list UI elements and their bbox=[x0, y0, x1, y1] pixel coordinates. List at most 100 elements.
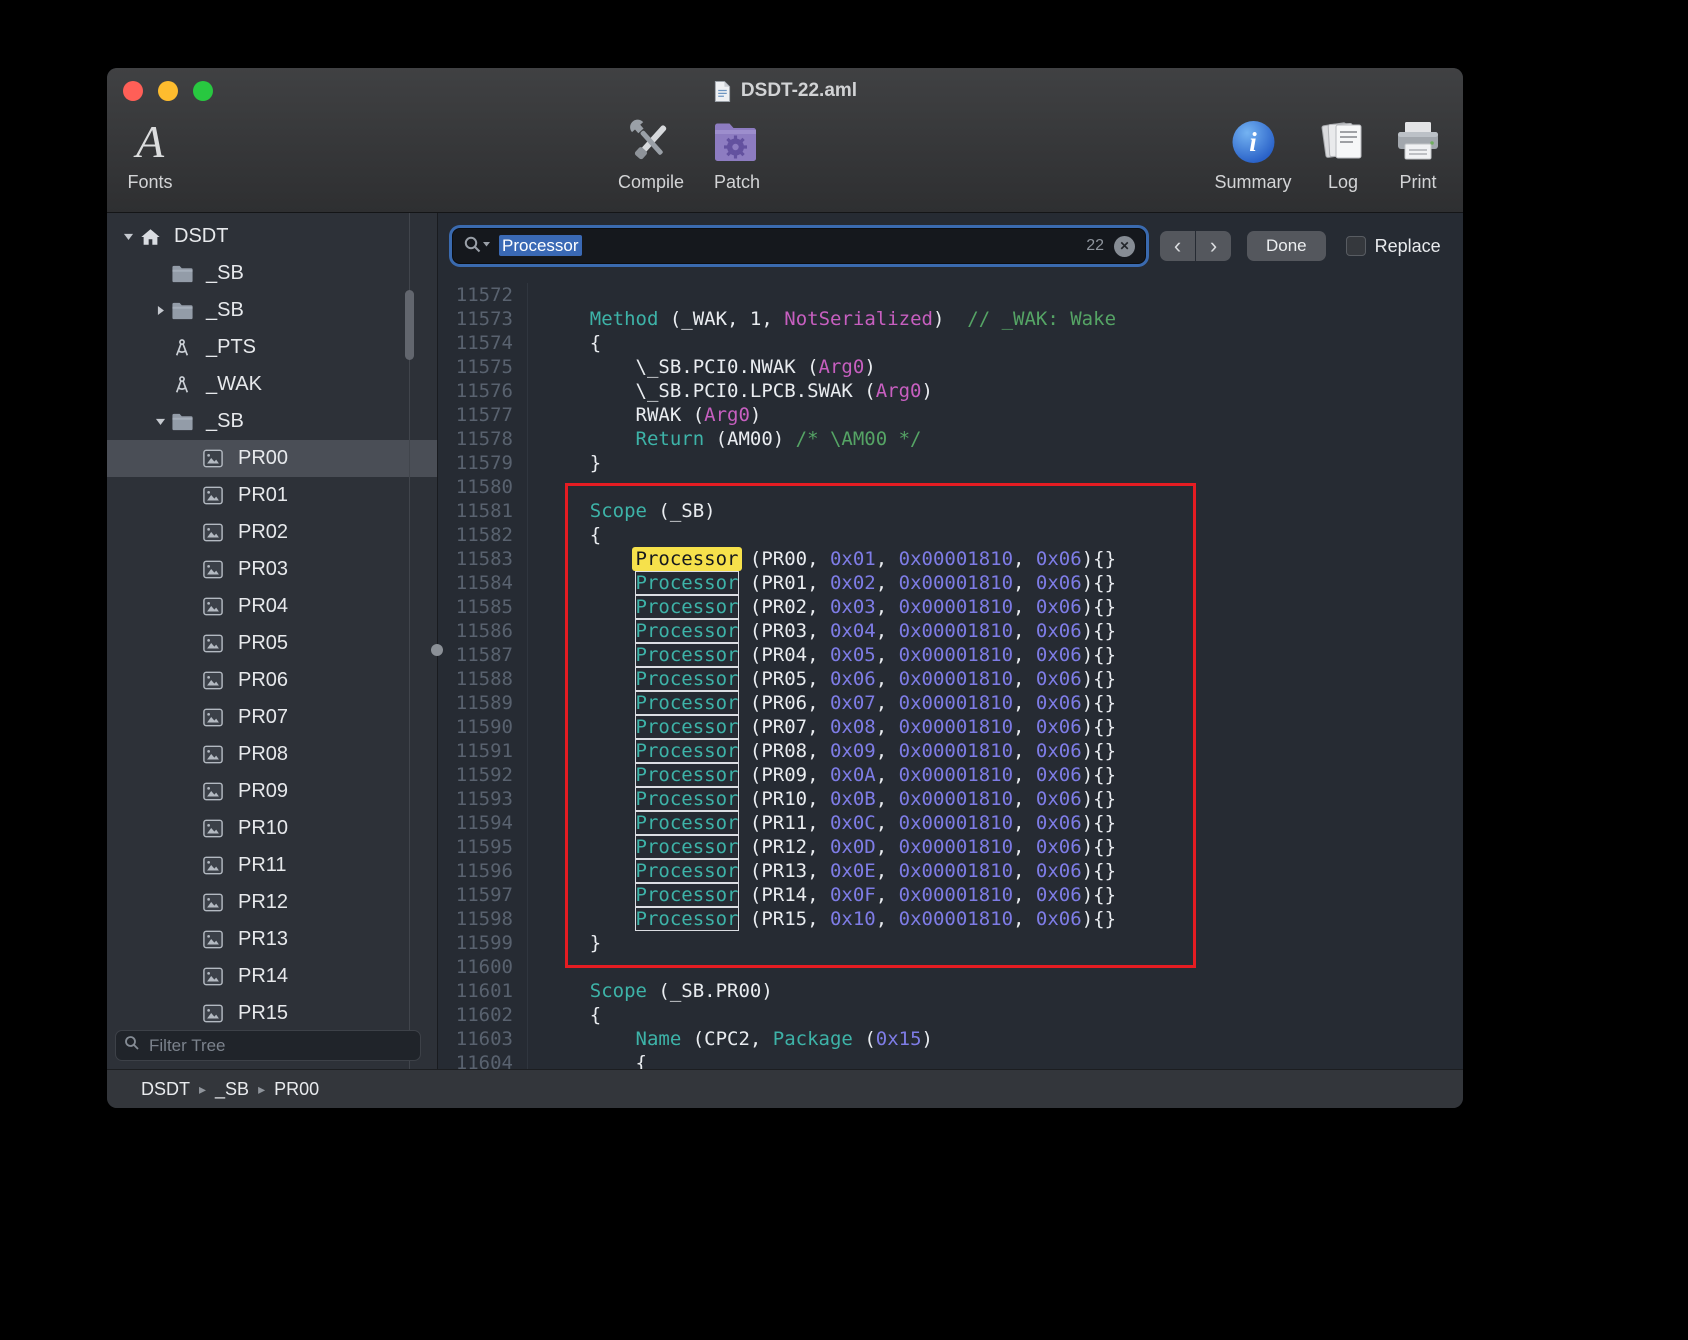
code-segment: 0x10 bbox=[830, 908, 876, 930]
match-highlight: Processor bbox=[636, 596, 739, 618]
tree-item-pr05-11[interactable]: PR05 bbox=[107, 625, 407, 662]
compile-button[interactable]: Compile bbox=[618, 116, 684, 193]
tree-item-pr14-20[interactable]: PR14 bbox=[107, 958, 407, 995]
filter-tree-input[interactable] bbox=[147, 1035, 412, 1057]
code-segment: NotSerialized bbox=[784, 308, 933, 330]
replace-checkbox[interactable] bbox=[1346, 236, 1366, 256]
log-button[interactable]: Log bbox=[1317, 116, 1369, 193]
search-menu-icon[interactable] bbox=[463, 235, 491, 258]
match-highlight: Processor bbox=[636, 644, 739, 666]
find-field[interactable]: Processor 22 ✕ bbox=[452, 228, 1146, 264]
titlebar[interactable]: DSDT-22.aml bbox=[107, 68, 1463, 114]
code-segment: (PR03, bbox=[738, 620, 830, 642]
tree-item-sb-1[interactable]: _SB bbox=[107, 255, 407, 292]
tree-item-pr10-16[interactable]: PR10 bbox=[107, 810, 407, 847]
code-segment: 0x06 bbox=[1036, 884, 1082, 906]
tree-item-pr04-10[interactable]: PR04 bbox=[107, 588, 407, 625]
tree-item-pr15-21[interactable]: PR15 bbox=[107, 995, 407, 1032]
code-segment: (PR08, bbox=[738, 740, 830, 762]
line-number: 11594 bbox=[438, 811, 528, 835]
code-segment bbox=[544, 668, 636, 690]
tree-item-wak-4[interactable]: _WAK bbox=[107, 366, 407, 403]
code-segment: Scope bbox=[590, 980, 647, 1002]
code-segment: ){} bbox=[1082, 836, 1116, 858]
tree-item-pr01-7[interactable]: PR01 bbox=[107, 477, 407, 514]
tree-item-sb-5[interactable]: _SB bbox=[107, 403, 407, 440]
tree-item-dsdt-0[interactable]: DSDT bbox=[107, 218, 407, 255]
tree-item-pr07-13[interactable]: PR07 bbox=[107, 699, 407, 736]
code-segment: { bbox=[544, 524, 601, 546]
tree-item-pr09-15[interactable]: PR09 bbox=[107, 773, 407, 810]
close-button[interactable] bbox=[123, 81, 143, 101]
tree-item-pr03-9[interactable]: PR03 bbox=[107, 551, 407, 588]
code-segment: 0x00001810 bbox=[899, 668, 1013, 690]
code-line: 11587 Processor (PR04, 0x05, 0x00001810,… bbox=[438, 643, 1463, 667]
code-text: Processor (PR15, 0x10, 0x00001810, 0x06)… bbox=[528, 907, 1116, 931]
match-highlight: Processor bbox=[636, 740, 739, 762]
disclosure-open-icon[interactable] bbox=[149, 415, 171, 428]
line-number: 11572 bbox=[438, 283, 528, 307]
code-segment: 0x06 bbox=[1036, 548, 1082, 570]
breadcrumb-item[interactable]: _SB bbox=[215, 1079, 249, 1100]
code-segment: ) bbox=[922, 1028, 933, 1050]
code-text: Processor (PR04, 0x05, 0x00001810, 0x06)… bbox=[528, 643, 1116, 667]
code-line: 11598 Processor (PR15, 0x10, 0x00001810,… bbox=[438, 907, 1463, 931]
tree-item-pr12-18[interactable]: PR12 bbox=[107, 884, 407, 921]
code-line: 11583 Processor (PR00, 0x01, 0x00001810,… bbox=[438, 547, 1463, 571]
tree-item-pr13-19[interactable]: PR13 bbox=[107, 921, 407, 958]
item-icon bbox=[203, 708, 233, 727]
done-button[interactable]: Done bbox=[1247, 231, 1326, 261]
tree-item-label: _SB bbox=[206, 299, 244, 322]
tree-item-pr06-12[interactable]: PR06 bbox=[107, 662, 407, 699]
filter-tree-field[interactable] bbox=[115, 1030, 421, 1061]
code-lines[interactable]: 1157211573 Method (_WAK, 1, NotSerialize… bbox=[438, 283, 1463, 1075]
print-button[interactable]: Print bbox=[1392, 116, 1444, 193]
code-line: 11592 Processor (PR09, 0x0A, 0x00001810,… bbox=[438, 763, 1463, 787]
clear-search-button[interactable]: ✕ bbox=[1114, 236, 1135, 257]
code-text: } bbox=[528, 451, 601, 475]
code-segment: 0x0C bbox=[830, 812, 876, 834]
code-segment: 0x06 bbox=[1036, 788, 1082, 810]
sidebar-scrollbar-thumb[interactable] bbox=[405, 290, 414, 360]
tree-item-label: PR13 bbox=[238, 928, 288, 951]
code-editor[interactable]: Processor 22 ✕ ‹ › Done Replace 11572 115… bbox=[438, 213, 1463, 1070]
code-segment: } bbox=[544, 452, 601, 474]
printer-icon bbox=[1392, 116, 1444, 168]
patch-button[interactable]: Patch bbox=[710, 116, 764, 193]
code-segment: ){} bbox=[1082, 716, 1116, 738]
replace-label: Replace bbox=[1375, 236, 1441, 257]
summary-button[interactable]: i Summary bbox=[1214, 116, 1291, 193]
tree-item-pr02-8[interactable]: PR02 bbox=[107, 514, 407, 551]
previous-match-button[interactable]: ‹ bbox=[1160, 231, 1195, 261]
code-segment: 0x06 bbox=[1036, 860, 1082, 882]
code-segment: 0x00001810 bbox=[899, 764, 1013, 786]
search-input[interactable]: Processor bbox=[499, 235, 582, 256]
breadcrumb-item[interactable]: DSDT bbox=[141, 1079, 190, 1100]
match-highlight: Processor bbox=[636, 764, 739, 786]
code-segment: 0x06 bbox=[1036, 668, 1082, 690]
minimize-button[interactable] bbox=[158, 81, 178, 101]
match-highlight: Processor bbox=[636, 716, 739, 738]
code-line: 11574 { bbox=[438, 331, 1463, 355]
tree-item-label: PR09 bbox=[238, 780, 288, 803]
code-segment bbox=[544, 860, 636, 882]
next-match-button[interactable]: › bbox=[1196, 231, 1231, 261]
breadcrumb-item[interactable]: PR00 bbox=[274, 1079, 319, 1100]
tree-item-pr00-6[interactable]: PR00 bbox=[107, 440, 437, 477]
code-segment: (CPC2, bbox=[681, 1028, 773, 1050]
app-window: DSDT-22.aml A Fonts Compile bbox=[107, 68, 1463, 1108]
zoom-button[interactable] bbox=[193, 81, 213, 101]
disclosure-open-icon[interactable] bbox=[117, 230, 139, 243]
code-segment: ){} bbox=[1082, 644, 1116, 666]
match-highlight: Processor bbox=[636, 572, 739, 594]
line-number: 11589 bbox=[438, 691, 528, 715]
tree-item-pr08-14[interactable]: PR08 bbox=[107, 736, 407, 773]
disclosure-closed-icon[interactable] bbox=[149, 304, 171, 317]
tree-item-pts-3[interactable]: _PTS bbox=[107, 329, 407, 366]
tree-item-pr11-17[interactable]: PR11 bbox=[107, 847, 407, 884]
splitter-handle[interactable] bbox=[431, 644, 443, 656]
fonts-button[interactable]: A Fonts bbox=[127, 116, 172, 193]
namespace-tree[interactable]: DSDT_SB_SB_PTS_WAK_SBPR00PR01PR02PR03PR0… bbox=[107, 218, 407, 1032]
code-segment bbox=[544, 644, 636, 666]
tree-item-sb-2[interactable]: _SB bbox=[107, 292, 407, 329]
